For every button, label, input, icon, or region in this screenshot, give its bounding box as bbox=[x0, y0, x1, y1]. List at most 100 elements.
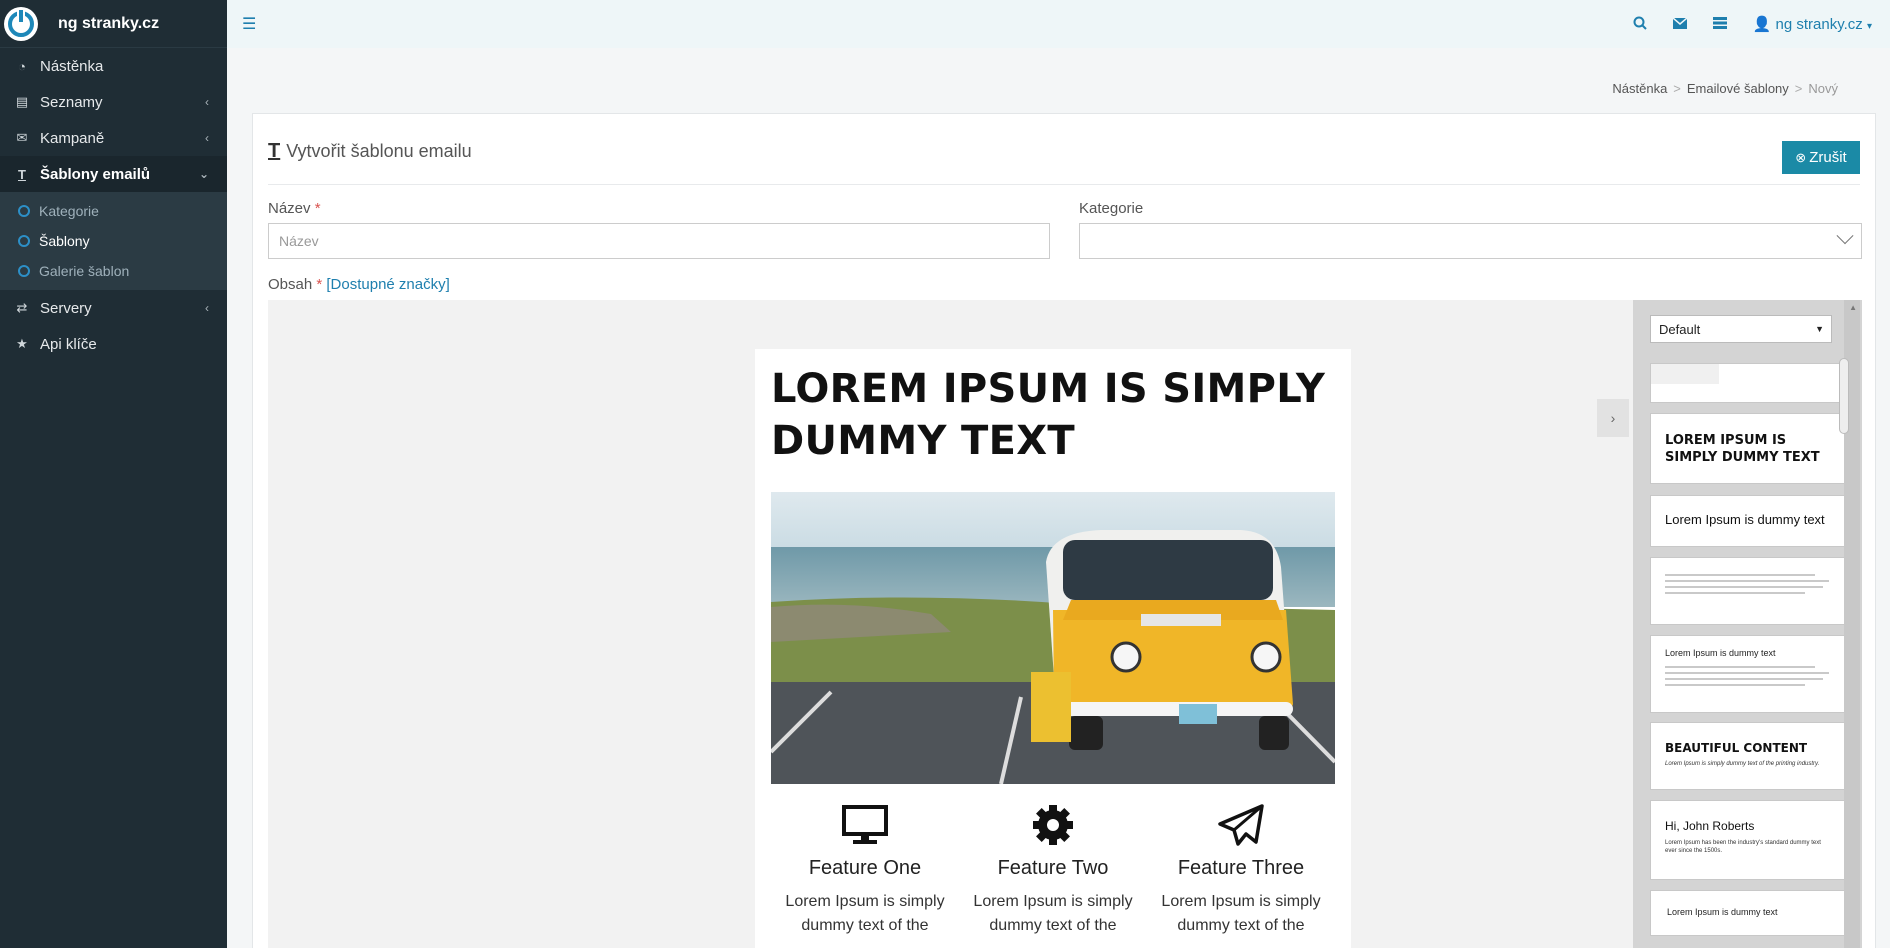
close-circle-icon: ⊗ bbox=[1795, 149, 1807, 165]
sidebar-item-label: Kampaně bbox=[40, 129, 105, 147]
name-input[interactable]: Název bbox=[268, 223, 1050, 259]
snippet-headline[interactable]: LOREM IPSUM IS SIMPLY DUMMY TEXT bbox=[1650, 413, 1846, 484]
circle-icon bbox=[18, 235, 30, 247]
snippet-headline-text: LOREM IPSUM IS SIMPLY DUMMY TEXT bbox=[1665, 433, 1820, 465]
available-tags-link[interactable]: [Dostupné značky] bbox=[326, 276, 449, 293]
sidebar-item-lists[interactable]: ▤ Seznamy ‹ bbox=[0, 84, 227, 120]
cancel-button[interactable]: ⊗ Zrušit bbox=[1782, 141, 1860, 174]
page-title: T Vytvořit šablonu emailu bbox=[268, 140, 472, 163]
brand-name: ng stranky.cz bbox=[58, 14, 160, 32]
user-icon: 👤 bbox=[1752, 16, 1772, 33]
user-menu[interactable]: 👤 ng stranky.cz ▾ bbox=[1753, 15, 1872, 33]
snippet-beautiful-sub: Lorem Ipsum is simply dummy text of the … bbox=[1665, 761, 1820, 767]
panel-scroll-thumb[interactable] bbox=[1839, 358, 1849, 434]
exchange-icon: ⇄ bbox=[16, 300, 28, 315]
snippet-paragraph-title[interactable]: Lorem Ipsum is dummy text bbox=[1650, 495, 1846, 547]
chevron-left-icon: ‹ bbox=[205, 95, 209, 109]
sidebar-subitem-categories[interactable]: Kategorie bbox=[0, 196, 227, 226]
feature-title: Feature Two bbox=[997, 857, 1109, 879]
snippet-spacer[interactable] bbox=[1650, 363, 1846, 403]
sidebar-subitem-templates[interactable]: Šablony bbox=[0, 226, 227, 256]
sidebar-subitem-label: Šablony bbox=[39, 233, 90, 249]
power-logo-icon bbox=[4, 6, 38, 41]
sidebar-item-label: Api klíče bbox=[40, 335, 97, 353]
star-icon: ★ bbox=[16, 336, 28, 351]
snippet-category-value: Default bbox=[1659, 321, 1701, 337]
list-icon[interactable] bbox=[1712, 16, 1727, 32]
feature-text: Lorem Ipsum is simply dummy text of the bbox=[973, 893, 1133, 934]
envelope-icon[interactable] bbox=[1672, 16, 1688, 32]
envelope-icon: ✉ bbox=[16, 130, 28, 145]
paper-plane-icon bbox=[1147, 799, 1335, 851]
content-label: Obsah * [Dostupné značky] bbox=[268, 276, 450, 293]
breadcrumb-current: Nový bbox=[1808, 81, 1838, 96]
circle-icon bbox=[18, 205, 30, 217]
sidebar-item-label: Servery bbox=[40, 299, 92, 317]
snippet-small-title[interactable]: Lorem Ipsum is dummy text bbox=[1650, 890, 1846, 936]
snippet-greeting[interactable]: Hi, John Roberts Lorem Ipsum has been th… bbox=[1650, 800, 1846, 880]
chevron-left-icon: ‹ bbox=[205, 131, 209, 145]
sidebar-subitem-gallery[interactable]: Galerie šablon bbox=[0, 256, 227, 286]
snippet-beautiful-content[interactable]: BEAUTIFUL CONTENT Lorem Ipsum is simply … bbox=[1650, 722, 1846, 790]
email-headline[interactable]: LOREM IPSUM IS SIMPLY DUMMY TEXT bbox=[771, 363, 1331, 467]
circle-icon bbox=[18, 265, 30, 277]
topbar: ☰ 👤 ng stranky.cz ▾ bbox=[227, 0, 1890, 48]
category-label: Kategorie bbox=[1079, 200, 1144, 217]
name-label-text: Název bbox=[268, 200, 311, 217]
feature-title: Feature Three bbox=[1177, 857, 1305, 879]
search-icon[interactable] bbox=[1633, 16, 1647, 33]
category-select[interactable] bbox=[1079, 223, 1862, 259]
snippet-greeting-title: Hi, John Roberts bbox=[1665, 819, 1755, 833]
cancel-button-label: Zrušit bbox=[1809, 149, 1847, 166]
features-row: Feature One Lorem Ipsum is simply dummy … bbox=[771, 799, 1335, 938]
scroll-up-icon[interactable]: ▲ bbox=[1849, 303, 1857, 312]
feature-one[interactable]: Feature One Lorem Ipsum is simply dummy … bbox=[771, 799, 959, 938]
snippet-title-text-label: Lorem Ipsum is dummy text bbox=[1665, 648, 1776, 658]
feature-title: Feature One bbox=[808, 857, 922, 879]
page-title-text: Vytvořit šablonu emailu bbox=[286, 141, 472, 161]
hero-image[interactable] bbox=[771, 492, 1335, 784]
snippet-text-block[interactable] bbox=[1650, 557, 1846, 625]
snippet-category-select[interactable]: Default ▼ bbox=[1650, 315, 1832, 343]
text-icon: T bbox=[268, 140, 281, 162]
content-label-text: Obsah bbox=[268, 276, 313, 293]
breadcrumb: Nástěnka > Emailové šablony > Nový bbox=[1612, 81, 1838, 96]
snippet-greeting-sub: Lorem Ipsum has been the industry's stan… bbox=[1665, 840, 1821, 854]
email-editor[interactable]: LOREM IPSUM IS SIMPLY DUMMY TEXT Feature… bbox=[268, 300, 1862, 948]
sidebar-item-dashboard[interactable]: ◔ Nástěnka bbox=[0, 48, 227, 84]
sidebar-subitem-label: Galerie šablon bbox=[39, 263, 130, 279]
gear-icon bbox=[959, 799, 1147, 851]
snippet-title-text[interactable]: Lorem Ipsum is dummy text bbox=[1650, 635, 1846, 713]
sidebar-item-servers[interactable]: ⇄ Servery ‹ bbox=[0, 290, 227, 326]
divider bbox=[268, 184, 1860, 185]
name-input-placeholder: Název bbox=[279, 233, 319, 249]
snippet-small-title-text: Lorem Ipsum is dummy text bbox=[1667, 907, 1778, 917]
breadcrumb-home[interactable]: Nástěnka bbox=[1612, 81, 1667, 96]
user-name: ng stranky.cz bbox=[1775, 16, 1863, 33]
chevron-down-icon: ⌄ bbox=[198, 167, 209, 181]
feature-two[interactable]: Feature Two Lorem Ipsum is simply dummy … bbox=[959, 799, 1147, 938]
sidebar-item-email-templates[interactable]: T Šablony emailů ⌄ bbox=[0, 156, 227, 192]
chevron-right-icon: › bbox=[1610, 410, 1616, 426]
sidebar-subnav: Kategorie Šablony Galerie šablon bbox=[0, 192, 227, 290]
template-form-card: T Vytvořit šablonu emailu ⊗ Zrušit Název… bbox=[252, 113, 1876, 948]
caret-down-icon: ▼ bbox=[1815, 324, 1824, 334]
feature-three[interactable]: Feature Three Lorem Ipsum is simply dumm… bbox=[1147, 799, 1335, 938]
sidebar: ng stranky.cz ◔ Nástěnka ▤ Seznamy ‹ ✉ K… bbox=[0, 0, 227, 948]
monitor-icon bbox=[771, 799, 959, 851]
menu-toggle-icon[interactable]: ☰ bbox=[242, 14, 256, 34]
snippet-paragraph-title-text: Lorem Ipsum is dummy text bbox=[1665, 512, 1825, 527]
brand[interactable]: ng stranky.cz bbox=[0, 0, 227, 48]
snippet-panel: Default ▼ LOREM IPSUM IS SIMPLY DUMMY TE… bbox=[1633, 300, 1862, 948]
dashboard-icon: ◔ bbox=[18, 58, 26, 74]
caret-down-icon: ▾ bbox=[1866, 21, 1872, 32]
sidebar-item-label: Šablony emailů bbox=[40, 165, 151, 183]
snippet-beautiful-title: BEAUTIFUL CONTENT bbox=[1665, 741, 1808, 755]
email-canvas[interactable]: LOREM IPSUM IS SIMPLY DUMMY TEXT Feature… bbox=[755, 349, 1351, 948]
sidebar-item-api-keys[interactable]: ★ Api klíče bbox=[0, 326, 227, 362]
chevron-down-icon bbox=[1836, 227, 1854, 245]
sidebar-item-campaigns[interactable]: ✉ Kampaně ‹ bbox=[0, 120, 227, 156]
topbar-actions: 👤 ng stranky.cz ▾ bbox=[1633, 15, 1872, 33]
panel-toggle-button[interactable]: › bbox=[1597, 399, 1629, 437]
breadcrumb-section[interactable]: Emailové šablony bbox=[1687, 81, 1789, 96]
